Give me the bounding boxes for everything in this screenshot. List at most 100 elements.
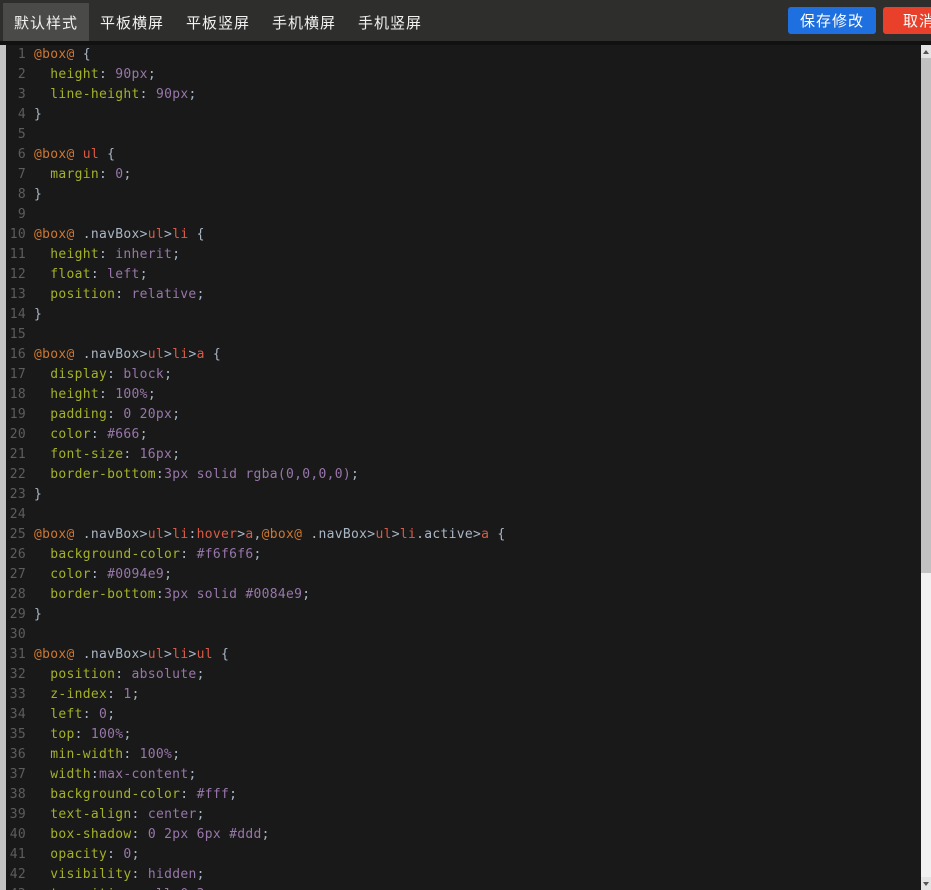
code-token-pl: .active> — [416, 527, 481, 542]
code-token-pl: : — [156, 467, 164, 482]
code-token-val: #0094e9 — [107, 567, 164, 582]
code-token-val: 0 2px 6px #ddd — [148, 827, 262, 842]
tab-tablet-portrait[interactable]: 平板竖屏 — [175, 3, 261, 41]
code-line[interactable]: 28 border-bottom:3px solid #0084e9; — [6, 585, 921, 605]
vertical-scrollbar[interactable] — [921, 45, 931, 890]
tab-tablet-landscape[interactable]: 平板横屏 — [89, 3, 175, 41]
code-line[interactable]: 10@box@ .navBox>ul>li { — [6, 225, 921, 245]
code-token-tag: li — [400, 527, 416, 542]
code-token-pl — [34, 467, 50, 482]
code-line[interactable]: 30 — [6, 625, 921, 645]
code-line[interactable]: 5 — [6, 125, 921, 145]
line-number: 42 — [6, 865, 34, 885]
code-line[interactable]: 8} — [6, 185, 921, 205]
code-line[interactable]: 20 color: #666; — [6, 425, 921, 445]
line-number: 20 — [6, 425, 34, 445]
code-line[interactable]: 7 margin: 0; — [6, 165, 921, 185]
line-number: 11 — [6, 245, 34, 265]
code-line[interactable]: 3 line-height: 90px; — [6, 85, 921, 105]
code-line[interactable]: 17 display: block; — [6, 365, 921, 385]
code-token-at: @box@ — [34, 47, 75, 62]
top-toolbar: 默认样式平板横屏平板竖屏手机横屏手机竖屏 保存修改 取消 — [0, 0, 931, 45]
code-line[interactable]: 31@box@ .navBox>ul>li>ul { — [6, 645, 921, 665]
code-token-pl: : — [115, 287, 131, 302]
code-token-pl: { — [75, 47, 91, 62]
code-line[interactable]: 14} — [6, 305, 921, 325]
code-line[interactable]: 32 position: absolute; — [6, 665, 921, 685]
code-token-val: relative — [132, 287, 197, 302]
code-token-pl: : — [107, 367, 123, 382]
code-line[interactable]: 19 padding: 0 20px; — [6, 405, 921, 425]
code-token-pl — [34, 787, 50, 802]
code-line[interactable]: 21 font-size: 16px; — [6, 445, 921, 465]
tab-phone-portrait[interactable]: 手机竖屏 — [347, 3, 433, 41]
line-number: 10 — [6, 225, 34, 245]
code-line[interactable]: 6@box@ ul { — [6, 145, 921, 165]
line-number: 24 — [6, 505, 34, 525]
code-line[interactable]: 42 visibility: hidden; — [6, 865, 921, 885]
code-line[interactable]: 9 — [6, 205, 921, 225]
code-token-pl — [34, 87, 50, 102]
line-number: 34 — [6, 705, 34, 725]
code-token-val: 0 20px — [123, 407, 172, 422]
code-line[interactable]: 36 min-width: 100%; — [6, 745, 921, 765]
code-token-pl: : — [132, 827, 148, 842]
code-line[interactable]: 40 box-shadow: 0 2px 6px #ddd; — [6, 825, 921, 845]
code-line[interactable]: 34 left: 0; — [6, 705, 921, 725]
code-token-pl: ; — [172, 407, 180, 422]
code-line[interactable]: 4} — [6, 105, 921, 125]
code-token-prop: visibility — [50, 867, 131, 882]
code-line[interactable]: 18 height: 100%; — [6, 385, 921, 405]
scrollbar-thumb[interactable] — [921, 58, 931, 573]
code-line[interactable]: 38 background-color: #fff; — [6, 785, 921, 805]
cancel-button[interactable]: 取消 — [883, 7, 931, 34]
code-line[interactable]: 11 height: inherit; — [6, 245, 921, 265]
code-line[interactable]: 29} — [6, 605, 921, 625]
code-line[interactable]: 2 height: 90px; — [6, 65, 921, 85]
code-line[interactable]: 27 color: #0094e9; — [6, 565, 921, 585]
code-line[interactable]: 1@box@ { — [6, 45, 921, 65]
code-token-pl: ; — [132, 847, 140, 862]
code-token-pl: ; — [197, 867, 205, 882]
code-line[interactable]: 37 width:max-content; — [6, 765, 921, 785]
code-token-pl: : — [99, 387, 115, 402]
code-line[interactable]: 16@box@ .navBox>ul>li>a { — [6, 345, 921, 365]
code-token-prop: font-size — [50, 447, 123, 462]
code-line[interactable]: 12 float: left; — [6, 265, 921, 285]
tab-default-style[interactable]: 默认样式 — [3, 3, 89, 41]
code-line[interactable]: 41 opacity: 0; — [6, 845, 921, 865]
code-token-pl: ; — [107, 707, 115, 722]
code-token-prop: left — [50, 707, 83, 722]
code-token-pl: : — [107, 407, 123, 422]
code-token-pl: ; — [351, 467, 359, 482]
css-code-editor[interactable]: 1@box@ {2 height: 90px;3 line-height: 90… — [6, 45, 921, 890]
code-line[interactable]: 43 transition: all 0.3s; — [6, 885, 921, 890]
code-token-val: 90px — [115, 67, 148, 82]
code-line[interactable]: 13 position: relative; — [6, 285, 921, 305]
code-token-pl — [34, 707, 50, 722]
scroll-down-button[interactable] — [921, 877, 931, 890]
code-line[interactable]: 22 border-bottom:3px solid rgba(0,0,0,0)… — [6, 465, 921, 485]
save-button[interactable]: 保存修改 — [788, 7, 876, 34]
code-token-val: 3px solid rgba(0,0,0,0) — [164, 467, 351, 482]
scroll-up-button[interactable] — [921, 45, 931, 58]
code-line[interactable]: 23} — [6, 485, 921, 505]
code-token-tag: ul — [83, 147, 99, 162]
line-number: 29 — [6, 605, 34, 625]
code-line[interactable]: 25@box@ .navBox>ul>li:hover>a,@box@ .nav… — [6, 525, 921, 545]
code-token-pl: ; — [148, 387, 156, 402]
code-line[interactable]: 15 — [6, 325, 921, 345]
code-token-pl: : — [91, 267, 107, 282]
code-line[interactable]: 39 text-align: center; — [6, 805, 921, 825]
code-line[interactable]: 35 top: 100%; — [6, 725, 921, 745]
code-line[interactable]: 24 — [6, 505, 921, 525]
code-token-val: 3px solid #0084e9 — [164, 587, 302, 602]
line-number: 25 — [6, 525, 34, 545]
code-token-pl — [34, 247, 50, 262]
code-token-tag: ul — [375, 527, 391, 542]
code-line[interactable]: 26 background-color: #f6f6f6; — [6, 545, 921, 565]
code-line[interactable]: 33 z-index: 1; — [6, 685, 921, 705]
code-token-prop: top — [50, 727, 74, 742]
code-token-tag: ul — [197, 647, 213, 662]
tab-phone-landscape[interactable]: 手机横屏 — [261, 3, 347, 41]
